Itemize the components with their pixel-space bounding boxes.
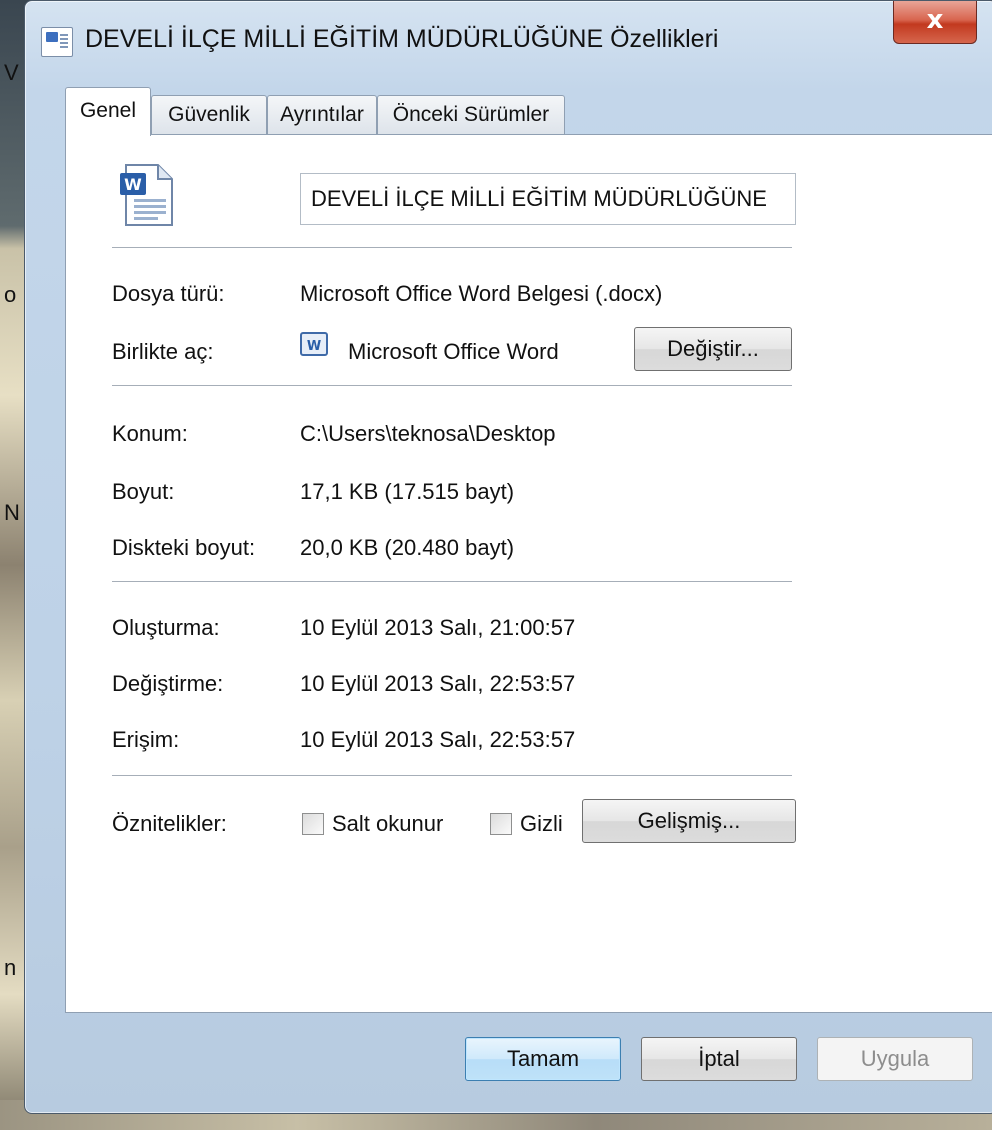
accessed-value: 10 Eylül 2013 Salı, 22:53:57	[300, 727, 576, 752]
tab-ayrintilar[interactable]: Ayrıntılar	[267, 95, 377, 135]
hidden-label[interactable]: Gizli	[520, 811, 563, 837]
close-button[interactable]: x	[893, 1, 977, 44]
modified-value: 10 Eylül 2013 Salı, 22:53:57	[300, 671, 576, 696]
desktop-fragment: o	[4, 282, 17, 307]
document-properties-icon	[41, 27, 73, 57]
hidden-checkbox[interactable]	[490, 813, 512, 835]
open-with-label: Birlikte aç:	[112, 339, 214, 364]
modified-label: Değiştirme:	[112, 671, 224, 696]
separator	[112, 247, 792, 249]
general-tab-panel: W DEVELİ İLÇE MİLLİ EĞİTİM MÜDÜRLÜĞÜNE D…	[65, 134, 992, 1013]
created-label: Oluşturma:	[112, 615, 220, 640]
size-label: Boyut:	[112, 479, 175, 504]
created-value: 10 Eylül 2013 Salı, 21:00:57	[300, 615, 576, 640]
properties-dialog: DEVELİ İLÇE MİLLİ EĞİTİM MÜDÜRLÜĞÜNE Öze…	[24, 0, 992, 1114]
desktop-fragment: n	[4, 955, 17, 980]
location-value: C:\Users\teknosa\Desktop	[300, 421, 556, 446]
ok-button[interactable]: Tamam	[465, 1037, 621, 1081]
open-with-value: Microsoft Office Word	[348, 339, 559, 364]
size-value: 17,1 KB (17.515 bayt)	[300, 479, 515, 504]
separator	[112, 775, 792, 777]
tab-guvenlik[interactable]: Güvenlik	[151, 95, 267, 135]
file-type-label: Dosya türü:	[112, 281, 225, 306]
advanced-button[interactable]: Gelişmiş...	[582, 799, 796, 843]
tab-genel[interactable]: Genel	[65, 87, 151, 136]
desktop-fragment: N	[4, 500, 20, 525]
cancel-button[interactable]: İptal	[641, 1037, 797, 1081]
apply-button[interactable]: Uygula	[817, 1037, 973, 1081]
window-title: DEVELİ İLÇE MİLLİ EĞİTİM MÜDÜRLÜĞÜNE Öze…	[85, 25, 719, 53]
accessed-label: Erişim:	[112, 727, 180, 752]
file-name-input[interactable]: DEVELİ İLÇE MİLLİ EĞİTİM MÜDÜRLÜĞÜNE	[300, 173, 796, 225]
change-button[interactable]: Değiştir...	[634, 327, 792, 371]
separator	[112, 581, 792, 583]
svg-text:W: W	[307, 339, 321, 354]
readonly-checkbox[interactable]	[302, 813, 324, 835]
disk-size-value: 20,0 KB (20.480 bayt)	[300, 535, 515, 560]
attributes-label: Öznitelikler:	[112, 811, 227, 836]
separator	[112, 385, 792, 387]
title-bar[interactable]: DEVELİ İLÇE MİLLİ EĞİTİM MÜDÜRLÜĞÜNE Öze…	[25, 1, 992, 81]
word-document-icon: W	[120, 164, 173, 226]
readonly-label[interactable]: Salt okunur	[332, 811, 443, 837]
file-type-value: Microsoft Office Word Belgesi (.docx)	[300, 281, 663, 306]
word-app-icon: W	[300, 332, 328, 356]
location-label: Konum:	[112, 421, 188, 446]
desktop-fragment: V	[4, 60, 19, 85]
disk-size-label: Diskteki boyut:	[112, 535, 256, 560]
tab-onceki-surumler[interactable]: Önceki Sürümler	[377, 95, 565, 135]
svg-text:W: W	[124, 175, 142, 194]
